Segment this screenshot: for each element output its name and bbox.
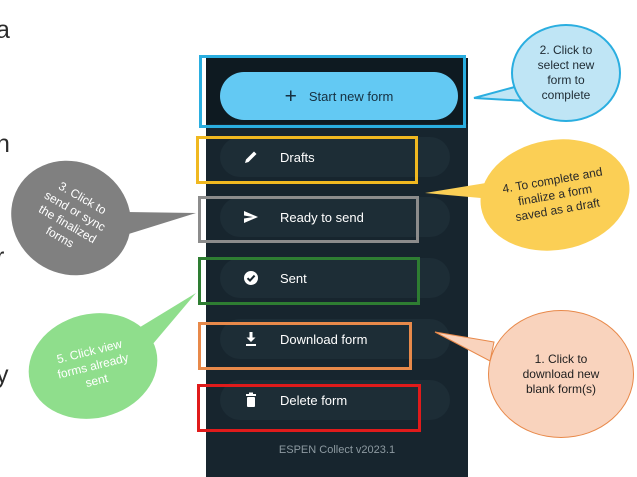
callout-1-text: 1. Click to download new blank form(s) <box>522 351 600 396</box>
callout-1-tail <box>434 331 495 362</box>
callout-2-bubble: 2. Click to select new form to complete <box>511 24 621 122</box>
callout-2-text: 2. Click to select new form to complete <box>537 43 595 102</box>
callout-4-text: 4. To complete and finalize a form saved… <box>501 164 604 224</box>
callout-3-tail <box>122 212 196 236</box>
callout-1-bubble: 1. Click to download new blank form(s) <box>488 310 634 438</box>
callout-3-text: 3. Click to send or sync the finalized f… <box>36 178 109 251</box>
callout-5-text: 5. Click view forms already sent <box>55 336 130 390</box>
